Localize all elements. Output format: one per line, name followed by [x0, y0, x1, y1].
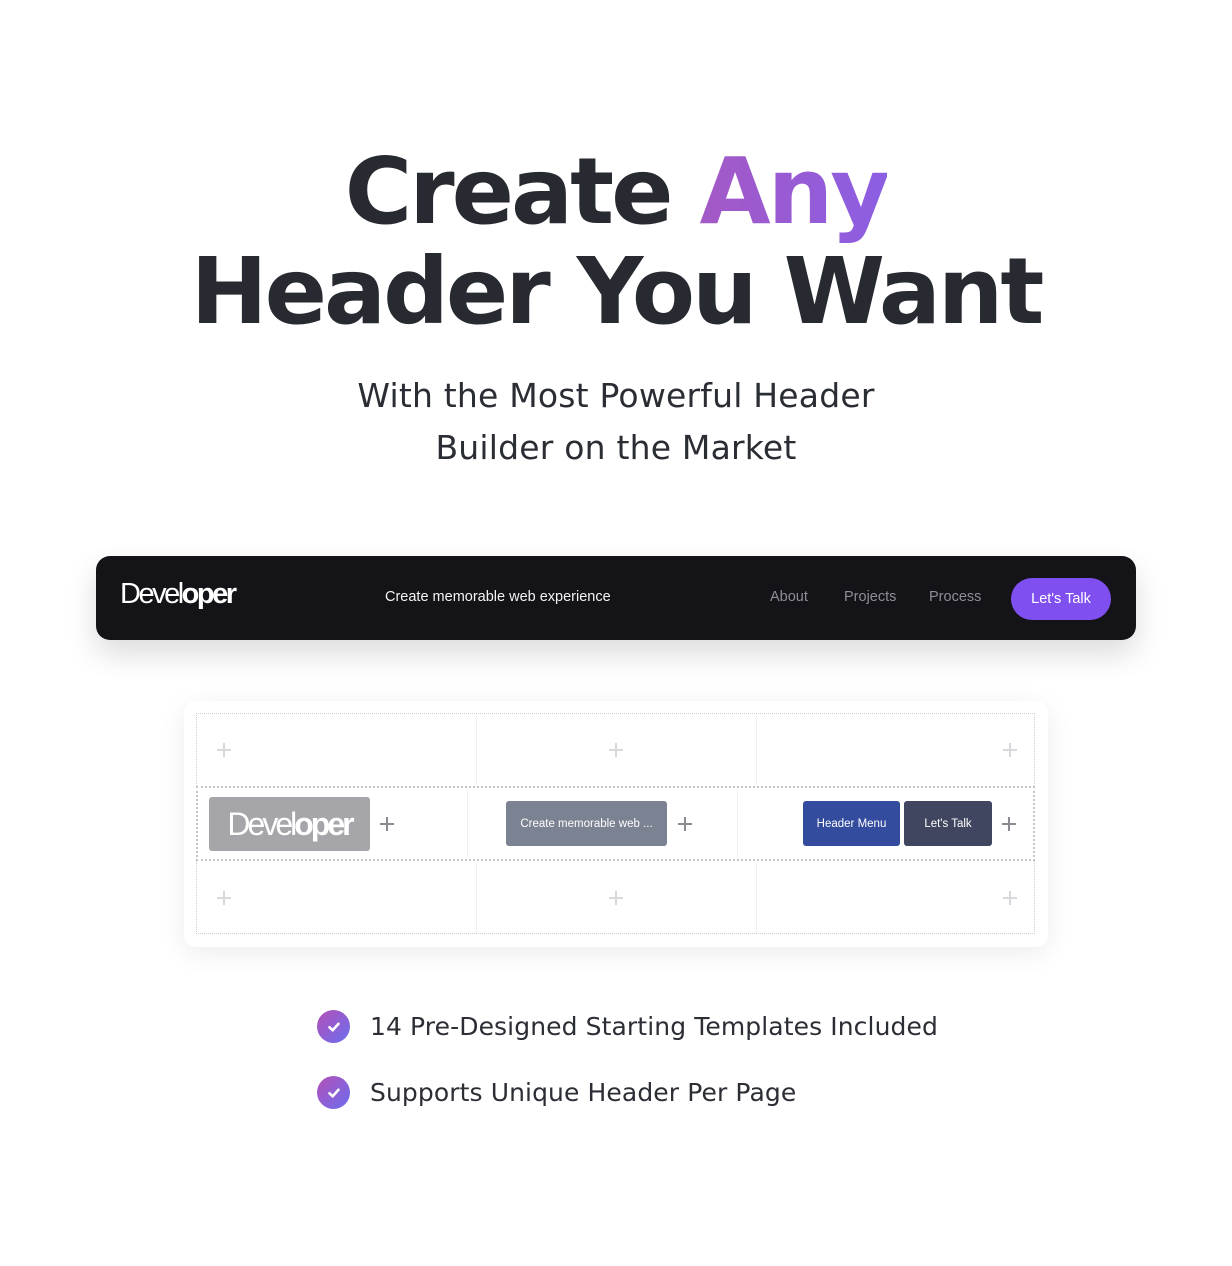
header-preview: Developer Create memorable web experienc… — [96, 556, 1136, 640]
add-element-plus-icon[interactable] — [1002, 817, 1016, 831]
add-element-plus-icon[interactable] — [678, 817, 692, 831]
logo-chip-text-light: Devel — [227, 805, 297, 842]
tagline-element-chip[interactable]: Create memorable web ... — [506, 801, 667, 846]
plus-icon[interactable] — [609, 891, 623, 905]
hero-subtitle: With the Most Powerful Header Builder on… — [0, 370, 1232, 474]
hero-title-accent: Any — [699, 138, 891, 245]
hero-title-plain: Create — [344, 138, 700, 245]
check-circle-icon — [317, 1076, 350, 1109]
feature-item: Supports Unique Header Per Page — [317, 1076, 796, 1109]
builder-row-top — [196, 713, 1035, 786]
hero-subtitle-line-2: Builder on the Market — [435, 428, 797, 467]
add-element-plus-icon[interactable] — [380, 817, 394, 831]
logo-element-chip[interactable]: Devel oper — [209, 797, 370, 851]
column-divider — [756, 714, 757, 786]
hero-title-line-2: Header You Want — [190, 238, 1045, 345]
feature-text: Supports Unique Header Per Page — [370, 1078, 797, 1107]
logo-text-bold: oper — [181, 578, 237, 610]
plus-icon[interactable] — [1003, 743, 1017, 757]
nav-link-projects[interactable]: Projects — [844, 589, 896, 605]
lets-talk-element-chip[interactable]: Let's Talk — [904, 801, 992, 846]
header-preview-logo[interactable]: Developer — [120, 578, 237, 611]
column-divider — [756, 861, 757, 933]
header-preview-tagline: Create memorable web experience — [385, 589, 611, 605]
column-divider — [476, 714, 477, 786]
column-divider — [467, 788, 468, 859]
builder-row-bottom — [196, 861, 1035, 934]
feature-item: 14 Pre-Designed Starting Templates Inclu… — [317, 1010, 938, 1043]
plus-icon[interactable] — [217, 891, 231, 905]
header-menu-element-chip[interactable]: Header Menu — [803, 801, 900, 846]
lets-talk-button[interactable]: Let's Talk — [1011, 578, 1111, 620]
nav-link-process[interactable]: Process — [929, 589, 981, 605]
logo-text-light: Devel — [120, 578, 184, 610]
plus-icon[interactable] — [609, 743, 623, 757]
column-divider — [476, 861, 477, 933]
feature-text: 14 Pre-Designed Starting Templates Inclu… — [370, 1012, 938, 1041]
nav-link-about[interactable]: About — [770, 589, 808, 605]
plus-icon[interactable] — [217, 743, 231, 757]
check-circle-icon — [317, 1010, 350, 1043]
plus-icon[interactable] — [1003, 891, 1017, 905]
logo-chip-text-bold: oper — [294, 805, 354, 842]
header-builder-panel: Devel oper Create memorable web ... Heade… — [184, 701, 1048, 947]
hero-subtitle-line-1: With the Most Powerful Header — [357, 376, 875, 415]
column-divider — [737, 788, 738, 859]
